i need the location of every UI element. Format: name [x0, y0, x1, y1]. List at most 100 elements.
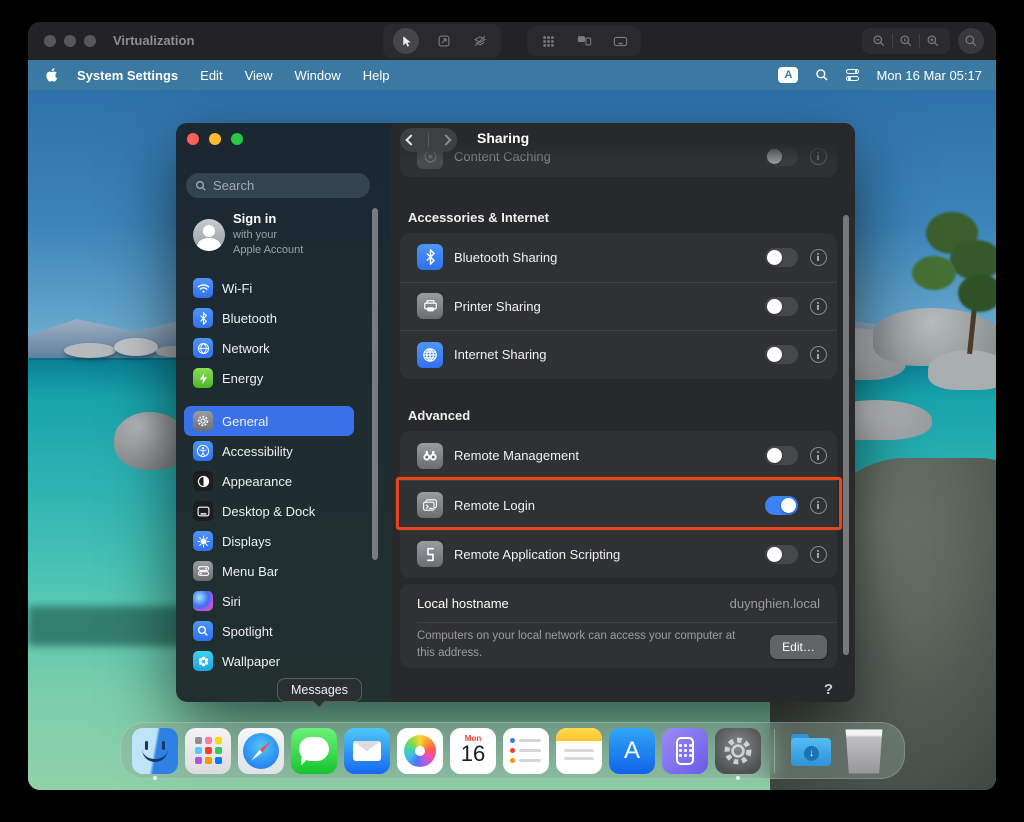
dock-item-system-settings[interactable]: [715, 728, 761, 774]
resize-tool-icon[interactable]: [433, 30, 455, 52]
remote-login-toggle[interactable]: [765, 496, 798, 515]
info-icon[interactable]: [810, 249, 827, 266]
sidebar-scrollbar[interactable]: [372, 208, 378, 560]
sign-in-row[interactable]: Sign in with your Apple Account: [193, 211, 303, 258]
sidebar-item-displays[interactable]: Displays: [184, 526, 354, 556]
dock-item-calendar[interactable]: Mon 16: [450, 728, 496, 774]
dock-item-finder[interactable]: [132, 728, 178, 774]
sidebar-item-spotlight[interactable]: Spotlight: [184, 616, 354, 646]
sidebar-item-wallpaper[interactable]: Wallpaper: [184, 646, 354, 676]
messages-icon: [291, 728, 337, 774]
zoom-actual-icon[interactable]: [895, 31, 917, 51]
back-icon[interactable]: [405, 134, 416, 145]
menu-item-app[interactable]: System Settings: [77, 68, 189, 83]
system-settings-icon: [715, 728, 761, 774]
vm-pointer-tool-group: [383, 24, 501, 58]
dock-divider: [774, 729, 775, 773]
hostname-value: duynghien.local: [730, 596, 820, 611]
sidebar-nav-group-1: Wi-Fi Bluetooth Network: [184, 273, 354, 393]
window-layout-icon[interactable]: [573, 30, 595, 52]
menu-bar: System Settings Edit View Window Help A …: [28, 60, 996, 90]
settings-main-pane: Content Caching Sharing Accessories & In…: [391, 123, 855, 702]
sidebar-item-label: Menu Bar: [222, 564, 278, 579]
vm-screen: System Settings Edit View Window Help A …: [28, 60, 996, 790]
spotlight-search-icon[interactable]: [815, 68, 829, 82]
app-grid-icon[interactable]: [537, 30, 559, 52]
sidebar-item-bluetooth[interactable]: Bluetooth: [184, 303, 354, 333]
sidebar-item-network[interactable]: Network: [184, 333, 354, 363]
dock-item-messages[interactable]: [291, 728, 337, 774]
remote-application-scripting-toggle[interactable]: [765, 545, 798, 564]
main-scrollbar[interactable]: [843, 215, 849, 655]
dock-item-safari[interactable]: [238, 728, 284, 774]
sidebar-item-menu-bar[interactable]: Menu Bar: [184, 556, 354, 586]
sidebar-item-label: Appearance: [222, 474, 292, 489]
menu-item-edit[interactable]: Edit: [189, 68, 233, 83]
dock-item-app-store[interactable]: A: [609, 728, 655, 774]
info-icon[interactable]: [810, 346, 827, 363]
zoom-in-icon[interactable]: [922, 31, 944, 51]
info-icon[interactable]: [810, 546, 827, 563]
info-icon[interactable]: [810, 148, 827, 165]
dock-item-downloads[interactable]: ↓: [788, 728, 834, 774]
dock-item-mail[interactable]: [344, 728, 390, 774]
dock-item-reminders[interactable]: [503, 728, 549, 774]
vm-window: Virtualization: [28, 22, 996, 790]
hostname-card: Local hostname duynghien.local Computers…: [400, 584, 837, 668]
dock-item-trash[interactable]: [841, 728, 887, 774]
display-icon[interactable]: [609, 30, 631, 52]
menu-item-help[interactable]: Help: [352, 68, 401, 83]
printer-sharing-toggle[interactable]: [765, 297, 798, 316]
search-zoom-icon[interactable]: [958, 28, 984, 54]
sidebar-item-accessibility[interactable]: Accessibility: [184, 436, 354, 466]
bluetooth-sharing-toggle[interactable]: [765, 248, 798, 267]
dock-item-iphone-mirroring[interactable]: [662, 728, 708, 774]
apple-menu-icon[interactable]: [44, 67, 59, 83]
zoom-button[interactable]: [231, 133, 243, 145]
script-icon: [417, 541, 443, 567]
sidebar-item-desktop-dock[interactable]: Desktop & Dock: [184, 496, 354, 526]
content-caching-toggle[interactable]: [765, 147, 798, 166]
brightness-icon: [193, 531, 213, 551]
row-label: Printer Sharing: [454, 299, 541, 314]
menu-item-view[interactable]: View: [234, 68, 284, 83]
mail-icon: [344, 728, 390, 774]
sidebar-item-siri[interactable]: Siri: [184, 586, 354, 616]
internet-sharing-toggle[interactable]: [765, 345, 798, 364]
info-icon[interactable]: [810, 298, 827, 315]
sidebar-item-label: Wi-Fi: [222, 281, 252, 296]
pointer-tool-icon[interactable]: [393, 28, 419, 54]
help-button[interactable]: ?: [824, 681, 833, 698]
menu-bar-clock[interactable]: Mon 16 Mar 05:17: [876, 68, 982, 83]
wallpaper-tree: [912, 256, 956, 290]
dock-item-launchpad[interactable]: [185, 728, 231, 774]
layers-muted-icon[interactable]: [469, 30, 491, 52]
minimize-button[interactable]: [209, 133, 221, 145]
sidebar-item-wifi[interactable]: Wi-Fi: [184, 273, 354, 303]
control-center-icon[interactable]: [846, 69, 859, 81]
sidebar-item-general[interactable]: General: [184, 406, 354, 436]
sidebar-item-label: Spotlight: [222, 624, 273, 639]
sign-in-subtitle: with your Apple Account: [233, 228, 303, 258]
wallpaper-tree: [958, 274, 996, 312]
reminders-icon: [503, 728, 549, 774]
dock-item-notes[interactable]: [556, 728, 602, 774]
divider: [417, 622, 837, 623]
menu-bar-toggles-icon: [193, 561, 213, 581]
sidebar-item-energy[interactable]: Energy: [184, 363, 354, 393]
input-source-icon[interactable]: A: [778, 67, 798, 83]
search-input[interactable]: Search: [186, 173, 370, 198]
edit-hostname-button[interactable]: Edit…: [770, 635, 827, 659]
wallpaper-rock: [114, 338, 158, 356]
remote-management-toggle[interactable]: [765, 446, 798, 465]
terminal-icon: [417, 492, 443, 518]
close-button[interactable]: [187, 133, 199, 145]
zoom-out-icon[interactable]: [868, 31, 890, 51]
forward-icon[interactable]: [441, 134, 452, 145]
info-icon[interactable]: [810, 497, 827, 514]
dock-item-photos[interactable]: [397, 728, 443, 774]
back-forward-control: [400, 128, 457, 152]
menu-item-window[interactable]: Window: [284, 68, 352, 83]
sidebar-item-appearance[interactable]: Appearance: [184, 466, 354, 496]
info-icon[interactable]: [810, 447, 827, 464]
